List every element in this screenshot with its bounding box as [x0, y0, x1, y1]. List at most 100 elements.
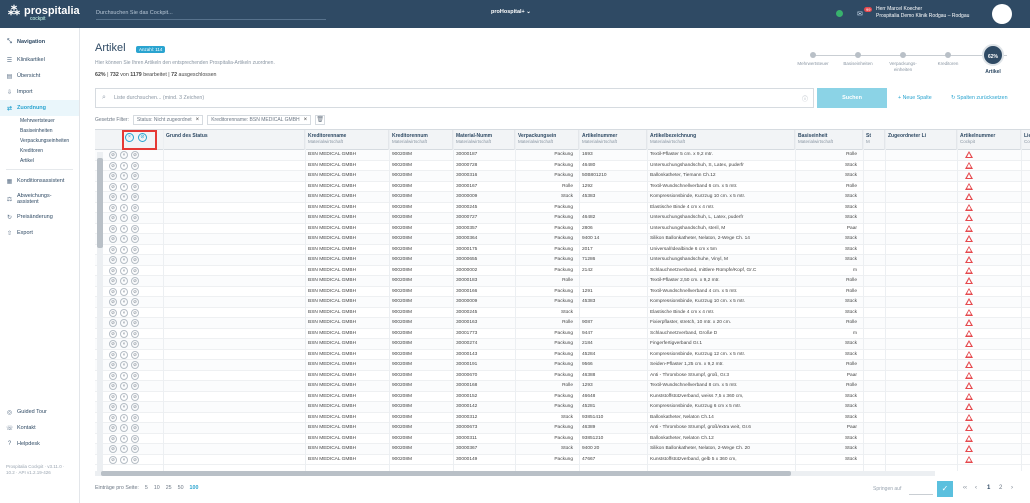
step-mehrwertsteuer[interactable]: Mehrwertsteuer: [791, 52, 835, 67]
filter-chip-kreditor[interactable]: Kreditorenname: BSN MEDICAL GMBH ×: [207, 114, 312, 125]
subitem-artikel[interactable]: Artikel: [0, 156, 79, 166]
reject-icon[interactable]: ×: [120, 266, 128, 275]
accept-icon[interactable]: ⊘: [109, 329, 117, 338]
accept-icon[interactable]: ⊘: [109, 392, 117, 401]
next-page-button[interactable]: ›: [1011, 485, 1013, 491]
table-row[interactable]: ⊘ × ⊘ BSN MEDICAL GMBH 900208M 30000187 Packun…: [95, 150, 1030, 161]
reject-icon[interactable]: ×: [120, 287, 128, 296]
table-row[interactable]: ⊘ × ⊘ BSN MEDICAL GMBH 900208M 30000670 Packun…: [95, 371, 1030, 381]
column-header[interactable]: Artikelnummer Cockpit: [957, 130, 1021, 150]
reject-icon[interactable]: ×: [120, 445, 128, 453]
sidebar-item-import[interactable]: ⇩ Import: [0, 84, 79, 100]
reject-icon[interactable]: ×: [120, 172, 128, 180]
sidebar-item-klinikartikel[interactable]: ☰ Klinikartikel: [0, 52, 79, 68]
sidebar-item-preisaenderung[interactable]: ↻ Preisänderung: [0, 209, 79, 225]
exclude-icon[interactable]: ⊘: [131, 266, 139, 275]
column-header[interactable]: Material-Numm Materialwirtschaft: [453, 130, 515, 150]
table-row[interactable]: ⊘ × ⊘ BSN MEDICAL GMBH 900208M 30000009 Packun…: [95, 297, 1030, 308]
exclude-icon[interactable]: ⊘: [131, 245, 139, 254]
subitem-verpackungseinheiten[interactable]: Verpackungseinheiten: [0, 136, 79, 146]
exclude-icon[interactable]: ⊘: [131, 340, 139, 348]
reject-icon[interactable]: ×: [120, 203, 128, 212]
accept-icon[interactable]: ⊘: [109, 287, 117, 296]
scroll-thumb[interactable]: [97, 158, 103, 248]
exclude-icon[interactable]: ⊘: [131, 371, 139, 380]
exclude-icon[interactable]: ⊘: [131, 392, 139, 401]
reject-icon[interactable]: ×: [120, 455, 128, 464]
table-row[interactable]: ⊘ × ⊘ BSN MEDICAL GMBH 900208M 30000183 Rolle T…: [95, 276, 1030, 287]
column-header[interactable]: Basiseinheit Materialwirtschaft: [795, 130, 863, 150]
reject-icon[interactable]: ×: [120, 182, 128, 191]
exclude-icon[interactable]: ⊘: [131, 445, 139, 453]
sidebar-item-export[interactable]: ⇧ Export: [0, 225, 79, 241]
column-header[interactable]: St M: [863, 130, 885, 150]
table-row[interactable]: ⊘ × ⊘ BSN MEDICAL GMBH 900208M 30000312 Stück 9…: [95, 413, 1030, 423]
page-size-option[interactable]: 50: [178, 485, 184, 491]
table-row[interactable]: ⊘ × ⊘ BSN MEDICAL GMBH 900208M 30000009 Stück 4…: [95, 192, 1030, 203]
reject-icon[interactable]: ×: [120, 277, 128, 285]
sidebar-item-abweichungsassistent[interactable]: ⚖ Abweichungs-assistent: [0, 189, 79, 209]
table-row[interactable]: ⊘ × ⊘ BSN MEDICAL GMBH 900208M 30000175 Packun…: [95, 245, 1030, 255]
column-header[interactable]: Kreditorenname Materialwirtschaft: [305, 130, 389, 150]
accept-icon[interactable]: ⊘: [109, 308, 117, 317]
table-row[interactable]: ⊘ × ⊘ BSN MEDICAL GMBH 900208M 30000002 Packun…: [95, 266, 1030, 276]
sidebar-item-guided-tour[interactable]: ◎ Guided Tour: [0, 404, 79, 420]
horizontal-scrollbar[interactable]: [95, 471, 935, 476]
table-row[interactable]: ⊘ × ⊘ BSN MEDICAL GMBH 900208M 30000149 Packun…: [95, 455, 1030, 465]
exclude-icon[interactable]: ⊘: [131, 413, 139, 422]
reset-columns-button[interactable]: ↻ Spalten zurücksetzen: [951, 95, 1008, 101]
exclude-icon[interactable]: ⊘: [131, 182, 139, 191]
exclude-icon[interactable]: ⊘: [131, 361, 139, 369]
exclude-icon[interactable]: ⊘: [131, 161, 139, 170]
sidebar-item-uebersicht[interactable]: ▤ Übersicht: [0, 68, 79, 84]
page-1-button[interactable]: 1: [987, 485, 990, 491]
accept-icon[interactable]: ⊘: [109, 413, 117, 422]
reject-icon[interactable]: ×: [120, 319, 128, 327]
accept-icon[interactable]: ⊘: [109, 298, 117, 306]
exclude-icon[interactable]: ⊘: [131, 256, 139, 264]
column-header[interactable]: Artikelbezeichnung Materialwirtschaft: [647, 130, 795, 150]
table-row[interactable]: ⊘ × ⊘ BSN MEDICAL GMBH 900208M 30000168 Rolle 1…: [95, 381, 1030, 392]
reject-icon[interactable]: ×: [120, 350, 128, 359]
table-row[interactable]: ⊘ × ⊘ BSN MEDICAL GMBH 900208M 30000152 Packun…: [95, 392, 1030, 402]
exclude-icon[interactable]: ⊘: [131, 214, 139, 222]
accept-icon[interactable]: ⊘: [109, 182, 117, 191]
table-row[interactable]: ⊘ × ⊘ BSN MEDICAL GMBH 900208M 30000655 Packun…: [95, 255, 1030, 266]
reject-icon[interactable]: ×: [120, 361, 128, 369]
exclude-icon[interactable]: ⊘: [131, 382, 139, 390]
sidebar-item-konditionsassistent[interactable]: ▦ Konditionsassistent: [0, 173, 79, 189]
mail-icon[interactable]: ✉: [857, 10, 863, 18]
subitem-basiseinheiten[interactable]: Basiseinheiten: [0, 126, 79, 136]
sidebar-item-helpdesk[interactable]: ? Helpdesk: [0, 436, 79, 452]
sidebar-toggle[interactable]: ⤡ Navigation: [0, 32, 79, 52]
table-row[interactable]: ⊘ × ⊘ BSN MEDICAL GMBH 900208M 30000727 Packun…: [95, 213, 1030, 224]
user-info[interactable]: Herr Marcel Koecher Prospitalia Demo Klin…: [876, 6, 969, 20]
accept-icon[interactable]: ⊘: [109, 256, 117, 264]
reject-icon[interactable]: ×: [120, 256, 128, 264]
table-row[interactable]: ⊘ × ⊘ BSN MEDICAL GMBH 900208M 30000245 Stück E…: [95, 308, 1030, 318]
column-header[interactable]: Verpackungsein Materialwirtschaft: [515, 130, 579, 150]
exclude-icon[interactable]: ⊘: [131, 308, 139, 317]
table-row[interactable]: ⊘ × ⊘ BSN MEDICAL GMBH 900208M 30000357 Packun…: [95, 224, 1030, 234]
step-kreditoren[interactable]: Kreditoren: [926, 52, 970, 67]
column-header[interactable]: Grund des Status: [163, 130, 305, 150]
accept-icon[interactable]: ⊘: [109, 266, 117, 275]
exclude-icon[interactable]: ⊘: [131, 172, 139, 180]
column-header[interactable]: Artikelnummer Materialwirtschaft: [579, 130, 647, 150]
trash-icon[interactable]: 🗑: [315, 114, 326, 125]
subitem-mehrwertsteuer[interactable]: Mehrwertsteuer: [0, 116, 79, 126]
global-search-input[interactable]: Durchsuchen Sie das Cockpit...: [96, 8, 326, 20]
table-row[interactable]: ⊘ × ⊘ BSN MEDICAL GMBH 900208M 30000316 Packun…: [95, 171, 1030, 182]
table-row[interactable]: ⊘ × ⊘ BSN MEDICAL GMBH 900208M 30000274 Packun…: [95, 339, 1030, 350]
reject-icon[interactable]: ×: [120, 214, 128, 222]
column-header[interactable]: Kreditorennum Materialwirtschaft: [389, 130, 453, 150]
page-size-option[interactable]: 5: [145, 485, 148, 491]
reject-icon[interactable]: ×: [120, 434, 128, 443]
subitem-kreditoren[interactable]: Kreditoren: [0, 146, 79, 156]
reject-icon[interactable]: ×: [120, 245, 128, 254]
accept-icon[interactable]: ⊘: [109, 350, 117, 359]
jump-input[interactable]: [909, 483, 933, 495]
column-header[interactable]: LiefCockp: [1021, 130, 1030, 150]
info-icon[interactable]: ⓘ: [802, 94, 808, 103]
exclude-icon[interactable]: ⊘: [131, 424, 139, 432]
